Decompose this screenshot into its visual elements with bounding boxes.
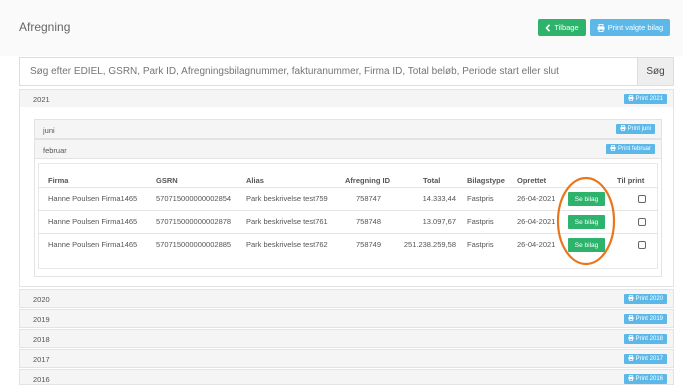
- back-button[interactable]: Tilbage: [538, 19, 586, 36]
- print-selected-label: Print valgte bilag: [607, 23, 664, 32]
- year-header-2021[interactable]: 2021 Print 2021: [19, 89, 674, 108]
- page-header: Afregning Tilbage Print valgte bilag: [0, 0, 683, 56]
- print-checkbox[interactable]: [638, 195, 646, 203]
- year-header-2017[interactable]: 2017 Print 2017: [19, 349, 674, 368]
- print-month-label: Print februar: [617, 146, 651, 152]
- search-bar: Søg: [19, 57, 674, 86]
- column-header: Bilagstype: [467, 176, 505, 185]
- print-year-label: Print 2019: [635, 316, 663, 322]
- printer-icon: [628, 95, 634, 103]
- column-header: Alias: [246, 176, 264, 185]
- printer-icon: [597, 23, 605, 32]
- chevron-left-icon: [545, 23, 551, 32]
- printer-icon: [628, 315, 634, 323]
- cell-bilagstype: Fastpris: [467, 240, 494, 249]
- print-year-button[interactable]: Print 2021: [623, 94, 667, 104]
- cell-bilagstype: Fastpris: [467, 194, 494, 203]
- cell-alias: Park beskrivelse test762: [246, 240, 328, 249]
- year-label: 2016: [33, 375, 50, 384]
- cell-afregning-id: 758749: [356, 240, 382, 249]
- year-label: 2021: [33, 95, 50, 104]
- printer-icon: [628, 355, 634, 363]
- search-button[interactable]: Søg: [637, 58, 673, 85]
- search-input[interactable]: [20, 58, 639, 85]
- cell-afregning-id: 758748: [356, 217, 382, 226]
- print-checkbox[interactable]: [638, 241, 646, 249]
- year-label: 2020: [33, 295, 50, 304]
- year-header-2018[interactable]: 2018 Print 2018: [19, 329, 674, 348]
- month-header-februar[interactable]: februar Print februar: [34, 139, 662, 159]
- cell-firma: Hanne Poulsen Firma1465: [48, 194, 138, 203]
- cell-total: 13.097,67: [422, 217, 456, 226]
- cell-afregning-id: 758747: [356, 194, 382, 203]
- printer-icon: [620, 125, 626, 133]
- cell-gsrn: 570715000000002878: [156, 217, 232, 226]
- cell-gsrn: 570715000000002854: [156, 194, 232, 203]
- year-label: 2017: [33, 355, 50, 364]
- cell-oprettet: 26-04-2021: [517, 240, 556, 249]
- print-year-button[interactable]: Print 2017: [623, 354, 667, 364]
- highlight-oval-annotation: [556, 176, 616, 266]
- print-year-label: Print 2021: [635, 96, 663, 102]
- column-header: Til print: [617, 176, 645, 185]
- cell-firma: Hanne Poulsen Firma1465: [48, 240, 138, 249]
- printer-icon: [628, 295, 634, 303]
- year-label: 2019: [33, 315, 50, 324]
- year-label: 2018: [33, 335, 50, 344]
- print-year-button[interactable]: Print 2019: [623, 314, 667, 324]
- year-header-2016[interactable]: 2016 Print 2016: [19, 369, 674, 385]
- year-header-2019[interactable]: 2019 Print 2019: [19, 309, 674, 328]
- cell-total: 14.333,44: [422, 194, 456, 203]
- column-header: Total: [423, 176, 441, 185]
- print-year-label: Print 2020: [635, 296, 663, 302]
- month-label: juni: [43, 126, 55, 135]
- print-year-label: Print 2018: [635, 336, 663, 342]
- cell-oprettet: 26-04-2021: [517, 194, 556, 203]
- print-year-button[interactable]: Print 2018: [623, 334, 667, 344]
- print-year-button[interactable]: Print 2020: [623, 294, 667, 304]
- month-label: februar: [43, 146, 67, 155]
- back-button-label: Tilbage: [554, 23, 579, 32]
- column-header: GSRN: [156, 176, 178, 185]
- column-header: Afregning ID: [345, 176, 390, 185]
- month-header-juni[interactable]: juni Print juni: [34, 119, 662, 139]
- column-header: Oprettet: [517, 176, 547, 185]
- print-checkbox[interactable]: [638, 218, 646, 226]
- printer-icon: [628, 375, 634, 383]
- print-selected-button[interactable]: Print valgte bilag: [590, 19, 670, 36]
- print-month-button[interactable]: Print februar: [605, 144, 655, 154]
- cell-gsrn: 570715000000002885: [156, 240, 232, 249]
- printer-icon: [610, 145, 616, 153]
- year-header-2020[interactable]: 2020 Print 2020: [19, 289, 674, 308]
- cell-firma: Hanne Poulsen Firma1465: [48, 217, 138, 226]
- column-header: Firma: [48, 176, 69, 185]
- print-month-button[interactable]: Print juni: [615, 124, 655, 134]
- cell-total: 251.238.259,58: [403, 240, 456, 249]
- cell-alias: Park beskrivelse test759: [246, 194, 328, 203]
- page-title: Afregning: [19, 20, 71, 34]
- print-year-label: Print 2017: [635, 356, 663, 362]
- cell-bilagstype: Fastpris: [467, 217, 494, 226]
- cell-alias: Park beskrivelse test761: [246, 217, 328, 226]
- cell-oprettet: 26-04-2021: [517, 217, 556, 226]
- printer-icon: [628, 335, 634, 343]
- print-year-button[interactable]: Print 2016: [623, 374, 667, 384]
- print-month-label: Print juni: [627, 126, 651, 132]
- print-year-label: Print 2016: [635, 376, 663, 382]
